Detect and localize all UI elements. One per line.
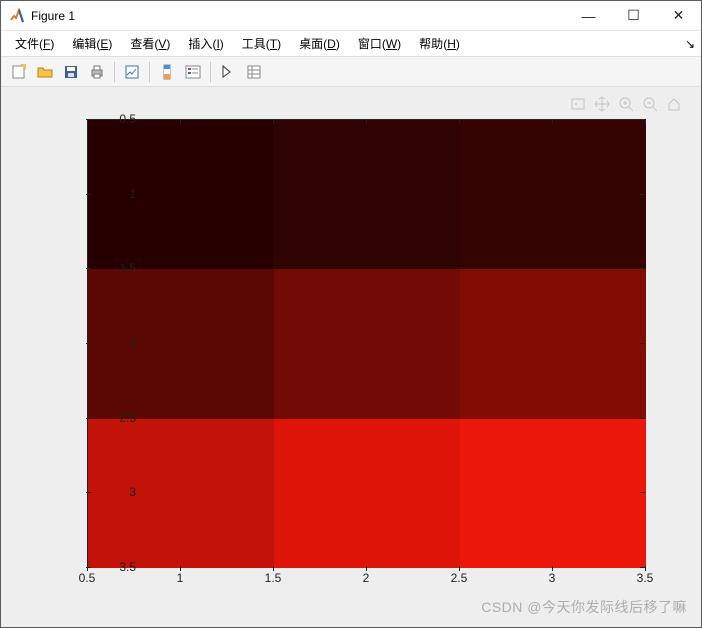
edit-plot-button[interactable] — [216, 60, 240, 84]
insert-colorbar-button[interactable] — [155, 60, 179, 84]
heatmap-cell — [274, 269, 460, 418]
menubar: 文件(F) 编辑(E) 查看(V) 插入(I) 工具(T) 桌面(D) 窗口(W… — [1, 31, 701, 57]
y-tick-label: 0.5 — [119, 112, 136, 126]
brush-icon[interactable] — [569, 95, 587, 113]
close-button[interactable]: ✕ — [656, 1, 701, 30]
open-button[interactable] — [33, 60, 57, 84]
dock-arrow-icon[interactable]: ↘ — [685, 37, 695, 51]
pan-icon[interactable] — [593, 95, 611, 113]
toolbar-separator — [149, 62, 150, 82]
heatmap-cell — [460, 269, 646, 418]
menu-insert[interactable]: 插入(I) — [180, 32, 231, 55]
minimize-button[interactable]: — — [566, 1, 611, 30]
menu-help[interactable]: 帮助(H) — [411, 32, 468, 55]
link-plot-button[interactable] — [120, 60, 144, 84]
heatmap-cell — [274, 120, 460, 269]
insert-legend-button[interactable] — [181, 60, 205, 84]
open-property-inspector-button[interactable] — [242, 60, 266, 84]
y-tick-label: 1 — [129, 187, 136, 201]
heatmap-cell — [88, 419, 274, 568]
toolbar-separator — [210, 62, 211, 82]
zoom-in-icon[interactable] — [617, 95, 635, 113]
toolbar — [1, 57, 701, 87]
heatmap-cell — [460, 419, 646, 568]
print-button[interactable] — [85, 60, 109, 84]
x-tick-label: 3.5 — [637, 571, 654, 585]
figure-window: Figure 1 — ☐ ✕ 文件(F) 编辑(E) 查看(V) 插入(I) 工… — [0, 0, 702, 628]
menu-tools[interactable]: 工具(T) — [234, 32, 289, 55]
menu-view[interactable]: 查看(V) — [122, 32, 178, 55]
x-tick-label: 0.5 — [79, 571, 96, 585]
heatmap-cell — [88, 120, 274, 269]
axes[interactable] — [87, 119, 645, 567]
new-figure-button[interactable] — [7, 60, 31, 84]
restore-view-icon[interactable] — [665, 95, 683, 113]
heatmap-cell — [274, 419, 460, 568]
maximize-button[interactable]: ☐ — [611, 1, 656, 30]
y-tick-label: 2 — [129, 336, 136, 350]
toolbar-separator — [114, 62, 115, 82]
menu-window[interactable]: 窗口(W) — [350, 32, 409, 55]
heatmap-cell — [460, 120, 646, 269]
heatmap-cell — [88, 269, 274, 418]
menu-edit[interactable]: 编辑(E) — [64, 32, 120, 55]
save-button[interactable] — [59, 60, 83, 84]
x-tick-label: 3 — [549, 571, 556, 585]
matlab-icon — [9, 8, 25, 24]
window-title: Figure 1 — [31, 9, 75, 23]
menu-desktop[interactable]: 桌面(D) — [291, 32, 348, 55]
x-tick-label: 1.5 — [265, 571, 282, 585]
x-tick-label: 1 — [177, 571, 184, 585]
zoom-out-icon[interactable] — [641, 95, 659, 113]
x-tick-label: 2.5 — [451, 571, 468, 585]
y-tick-label: 1.5 — [119, 261, 136, 275]
menu-file[interactable]: 文件(F) — [7, 32, 62, 55]
x-tick-label: 2 — [363, 571, 370, 585]
y-tick-label: 3.5 — [119, 560, 136, 574]
axes-toolbar — [569, 95, 683, 113]
watermark-text: CSDN @今天你发际线后移了嘛 — [481, 597, 687, 617]
y-tick-label: 3 — [129, 485, 136, 499]
y-tick-label: 2.5 — [119, 411, 136, 425]
titlebar[interactable]: Figure 1 — ☐ ✕ — [1, 1, 701, 31]
figure-area: 0.5 1 1.5 2 2.5 3 3.5 0.5 1 1.5 2 2.5 3 3.5 CSDN @今天你… — [1, 87, 701, 627]
